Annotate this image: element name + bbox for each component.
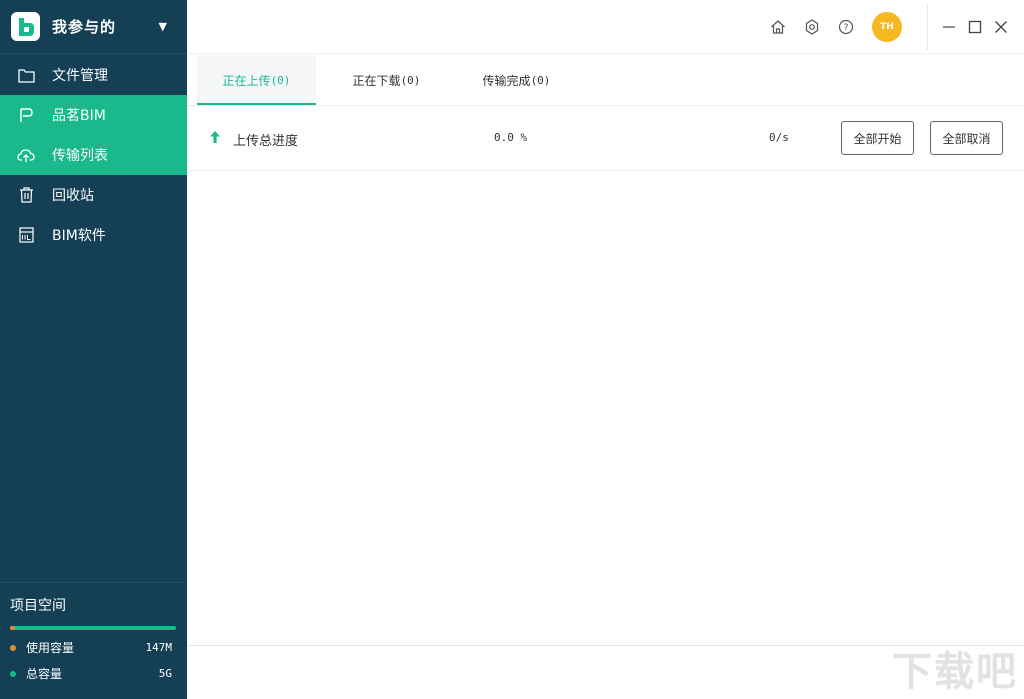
storage-usage-bar (10, 626, 176, 630)
project-title: 我参与的 (52, 18, 117, 36)
storage-used-fill (10, 626, 15, 630)
sidebar: 我参与的 ▼ 文件管理 品茗BIM 传输列表 回收站 BIM软件 项目空间 使用… (0, 0, 187, 699)
cancel-all-button[interactable]: 全部取消 (930, 121, 1003, 155)
tab-count: (0) (530, 73, 551, 87)
tab-uploading[interactable]: 正在上传 (0) (197, 55, 316, 105)
used-capacity-value: 147M (145, 641, 173, 654)
transfer-tabs: 正在上传 (0) 正在下载 (0) 传输完成 (0) (187, 55, 1024, 106)
tab-completed[interactable]: 传输完成 (0) (457, 55, 576, 105)
maximize-icon[interactable] (962, 14, 988, 40)
project-space-title: 项目空间 (10, 598, 66, 614)
tab-label: 正在下载 (352, 73, 401, 88)
top-actions: ? TH (761, 12, 902, 42)
pinming-icon (17, 106, 35, 124)
top-bar: ? TH (187, 0, 1024, 54)
watermark: 下载吧 (892, 649, 1018, 695)
used-capacity-label: 使用容量 (26, 641, 75, 655)
sidebar-item-label: 传输列表 (52, 148, 108, 164)
dropdown-arrow-icon[interactable]: ▼ (159, 20, 167, 33)
close-icon[interactable] (988, 14, 1014, 40)
total-capacity-dot-icon (10, 670, 16, 677)
help-icon[interactable]: ? (829, 12, 863, 42)
svg-text:?: ? (844, 23, 849, 33)
tab-label: 传输完成 (482, 73, 531, 88)
sidebar-item-label: 回收站 (52, 188, 94, 204)
header-divider (927, 4, 928, 50)
bim-software-icon (17, 226, 35, 244)
window-controls (936, 14, 1014, 40)
total-capacity-label: 总容量 (26, 667, 63, 681)
app-logo-icon (11, 12, 40, 41)
project-space-panel: 项目空间 使用容量 147M 总容量 5G (0, 582, 187, 699)
sidebar-item-transfer-list[interactable]: 传输列表 (0, 135, 187, 175)
trash-icon (17, 186, 35, 204)
start-all-button[interactable]: 全部开始 (841, 121, 914, 155)
folder-icon (17, 66, 35, 84)
cloud-upload-icon (17, 146, 35, 164)
sidebar-nav: 文件管理 品茗BIM 传输列表 回收站 BIM软件 (0, 55, 187, 255)
upload-percent: 0.0 % (494, 131, 528, 144)
home-icon[interactable] (761, 12, 795, 42)
sidebar-item-label: 文件管理 (52, 68, 108, 84)
total-capacity-row: 总容量 5G (10, 665, 176, 682)
minimize-icon[interactable] (936, 14, 962, 40)
sidebar-item-bim-software[interactable]: BIM软件 (0, 215, 187, 255)
gear-icon[interactable] (795, 12, 829, 42)
upload-arrow-icon (209, 130, 221, 148)
user-avatar[interactable]: TH (872, 12, 902, 42)
upload-speed: 0/s (769, 131, 789, 144)
upload-progress-row: 上传总进度 0.0 % 0/s 全部开始 全部取消 (187, 106, 1024, 171)
tab-downloading[interactable]: 正在下载 (0) (327, 55, 446, 105)
used-capacity-dot-icon (10, 644, 16, 651)
sidebar-item-file-management[interactable]: 文件管理 (0, 55, 187, 95)
tab-label: 正在上传 (222, 73, 271, 88)
project-switcher[interactable]: 我参与的 ▼ (0, 0, 187, 54)
tab-count: (0) (270, 73, 291, 87)
sidebar-item-recycle-bin[interactable]: 回收站 (0, 175, 187, 215)
sidebar-item-label: 品茗BIM (52, 108, 106, 124)
tab-count: (0) (400, 73, 421, 87)
sidebar-item-label: BIM软件 (52, 228, 106, 244)
upload-total-progress-label: 上传总进度 (233, 134, 299, 149)
total-capacity-value: 5G (158, 667, 172, 680)
used-capacity-row: 使用容量 147M (10, 639, 176, 656)
sidebar-item-pinming-bim[interactable]: 品茗BIM (0, 95, 187, 135)
